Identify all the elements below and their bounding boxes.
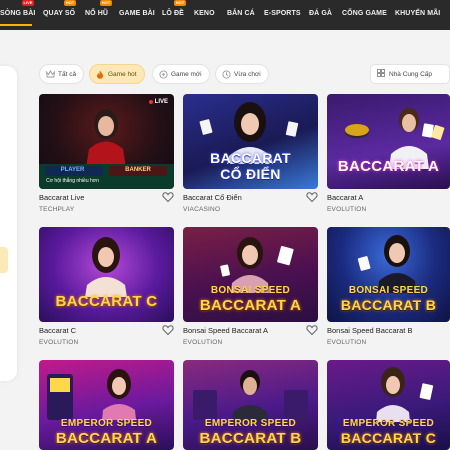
game-art-subtitle: CỔ ĐIỂN <box>220 166 281 182</box>
game-name: Bonsai Speed Baccarat B <box>327 326 413 335</box>
nav-item-quay-so[interactable]: QUAY SỐ <box>43 10 75 17</box>
live-badge: LIVE <box>22 0 34 6</box>
hot-badge: HOT <box>100 0 112 6</box>
nav-item-song-bai[interactable]: SÒNG BÀI <box>0 10 35 17</box>
left-sidebar <box>0 66 17 381</box>
game-card-bonsai-speed-baccarat-a[interactable]: BONSAI SPEED BACCARAT A Bonsai Speed Bac… <box>183 227 318 346</box>
game-card-bonsai-speed-baccarat-b[interactable]: BONSAI SPEED BACCARAT B Bonsai Speed Bac… <box>327 227 450 346</box>
game-provider: VIACASINO <box>183 206 221 213</box>
game-card-emperor-speed-baccarat-b[interactable]: EMPEROR SPEED BACCARAT B <box>183 360 318 450</box>
game-thumbnail[interactable]: EMPEROR SPEED BACCARAT C <box>327 360 450 450</box>
game-name: Baccarat C <box>39 326 77 335</box>
game-thumbnail[interactable]: BACCARAT A <box>327 94 450 189</box>
game-thumbnail[interactable]: LIVE PLAYER BANKER Cơ hội thắng nhiều hơ… <box>39 94 174 189</box>
game-art-title: EMPEROR SPEED <box>204 418 297 429</box>
game-art-subtitle: BACCARAT A <box>55 430 158 447</box>
game-art-title: BONSAI SPEED <box>210 285 291 296</box>
provider-sort-dropdown[interactable]: Nhà Cung Cấp <box>370 64 450 84</box>
game-card-baccarat-co-dien[interactable]: BACCARAT CỔ ĐIỂN Baccarat Cổ Điển VIACAS… <box>183 94 318 213</box>
active-tab-indicator <box>0 24 32 26</box>
favorite-heart-icon[interactable] <box>306 324 318 336</box>
game-art-subtitle: BACCARAT B <box>340 297 437 313</box>
game-provider: TECHPLAY <box>39 206 75 213</box>
favorite-heart-icon[interactable] <box>162 191 174 203</box>
game-art-title: EMPEROR SPEED <box>60 418 153 429</box>
filter-all[interactable]: Tất cả <box>39 64 85 84</box>
game-thumbnail[interactable]: EMPEROR SPEED BACCARAT A <box>39 360 174 450</box>
game-provider: EVOLUTION <box>327 206 367 213</box>
favorite-heart-icon[interactable] <box>162 324 174 336</box>
game-art-title: BACCARAT A <box>337 158 440 175</box>
game-art-subtitle: BACCARAT B <box>199 430 302 447</box>
sidebar-active-item[interactable] <box>0 247 8 273</box>
flame-icon <box>95 69 105 79</box>
nav-item-da-ga[interactable]: ĐÁ GÀ <box>309 10 332 17</box>
game-card-baccarat-a[interactable]: BACCARAT A Baccarat A EVOLUTION <box>327 94 450 213</box>
nav-item-lo-de[interactable]: LÔ ĐỀ <box>162 10 184 17</box>
nav-item-keno[interactable]: KENO <box>194 10 215 17</box>
filter-game-hot[interactable]: Game hot <box>89 64 145 84</box>
game-name: Baccarat Live <box>39 193 85 202</box>
game-art-subtitle: BACCARAT A <box>199 297 302 314</box>
filter-game-moi[interactable]: Game mới <box>152 64 210 84</box>
game-thumbnail[interactable]: BACCARAT CỔ ĐIỂN <box>183 94 318 189</box>
game-art-title: BACCARAT C <box>55 293 158 310</box>
game-name: Baccarat A <box>327 193 364 202</box>
banker-label: BANKER <box>125 167 151 173</box>
hot-badge: HOT <box>174 0 186 6</box>
nav-item-game-bai[interactable]: GAME BÀI <box>119 10 155 17</box>
filter-vua-choi-label: Vừa chơi <box>234 70 261 78</box>
filter-game-hot-label: Game hot <box>108 70 137 78</box>
game-thumbnail[interactable]: BONSAI SPEED BACCARAT A <box>183 227 318 322</box>
live-indicator: LIVE <box>148 99 168 105</box>
nav-item-esports[interactable]: E-SPORTS <box>264 10 301 17</box>
game-card-baccarat-live[interactable]: LIVE PLAYER BANKER Cơ hội thắng nhiều hơ… <box>39 94 174 213</box>
player-label: PLAYER <box>60 167 85 173</box>
game-thumbnail[interactable]: EMPEROR SPEED BACCARAT B <box>183 360 318 450</box>
nav-item-cong-game[interactable]: CỔNG GAME <box>342 10 387 17</box>
game-card-emperor-speed-baccarat-a[interactable]: EMPEROR SPEED BACCARAT A <box>39 360 174 450</box>
hot-badge: HOT <box>64 0 76 6</box>
game-thumbnail[interactable]: BONSAI SPEED BACCARAT B <box>327 227 450 322</box>
game-art-title: BACCARAT <box>210 150 291 166</box>
game-provider: EVOLUTION <box>327 339 367 346</box>
nav-item-ban-ca[interactable]: BẮN CÁ <box>227 10 255 17</box>
tagline-label: Cơ hội thắng nhiều hơn <box>46 178 99 184</box>
dealer-illustration <box>39 109 174 189</box>
game-art-title: EMPEROR SPEED <box>342 418 435 429</box>
game-provider: EVOLUTION <box>183 339 223 346</box>
grid-icon <box>377 69 385 79</box>
game-thumbnail[interactable]: BACCARAT C <box>39 227 174 322</box>
filter-all-label: Tất cả <box>58 70 77 78</box>
nav-item-khuyen-mai[interactable]: KHUYẾN MÃI <box>395 10 440 17</box>
game-name: Baccarat Cổ Điển <box>183 193 242 202</box>
favorite-heart-icon[interactable] <box>306 191 318 203</box>
provider-sort-label: Nhà Cung Cấp <box>389 70 432 78</box>
crown-icon <box>45 69 55 79</box>
game-provider: EVOLUTION <box>39 339 79 346</box>
sparkle-icon <box>158 69 168 79</box>
game-card-emperor-speed-baccarat-c[interactable]: EMPEROR SPEED BACCARAT C <box>327 360 450 450</box>
top-nav: LIVE SÒNG BÀI HOT QUAY SỐ HOT NỔ HŨ GAME… <box>0 0 450 30</box>
game-card-baccarat-c[interactable]: BACCARAT C Baccarat C EVOLUTION <box>39 227 174 346</box>
game-art-subtitle: BACCARAT C <box>340 430 437 446</box>
game-art-title: BONSAI SPEED <box>348 285 429 296</box>
nav-item-no-hu[interactable]: NỔ HŨ <box>85 10 108 17</box>
clock-icon <box>221 69 231 79</box>
filter-game-moi-label: Game mới <box>171 70 202 78</box>
filter-vua-choi[interactable]: Vừa chơi <box>215 64 269 84</box>
game-name: Bonsai Speed Baccarat A <box>183 326 269 335</box>
